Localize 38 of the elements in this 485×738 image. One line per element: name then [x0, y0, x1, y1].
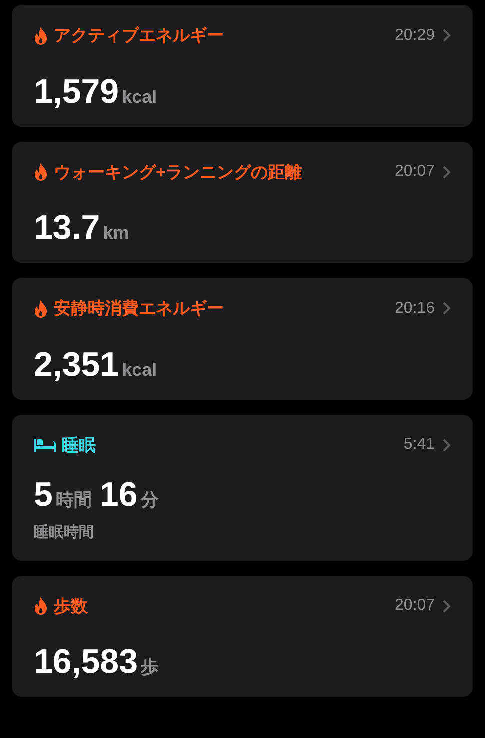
bed-icon	[34, 438, 56, 452]
value-unit: 分	[140, 489, 159, 512]
flame-icon	[34, 300, 48, 318]
summary-card[interactable]: ウォーキング+ランニングの距離 20:07 13.7 km	[12, 142, 473, 263]
card-time: 20:29	[394, 26, 435, 46]
chevron-icon	[443, 29, 451, 42]
value-number: 2,351	[34, 348, 120, 382]
flame-icon	[34, 597, 48, 616]
value-unit: km	[103, 222, 130, 245]
card-time: 20:16	[394, 298, 435, 319]
value-number: 1,579	[34, 74, 120, 108]
card-time: 20:07	[394, 596, 435, 616]
card-title: 歩数	[54, 596, 88, 618]
value-number: 16	[100, 478, 138, 512]
summary-card[interactable]: アクティブエネルギー 20:29 1,579 kcal	[12, 5, 473, 126]
summary-card[interactable]: 安静時消費エネルギー 20:16 2,351 kcal	[12, 278, 473, 400]
value-number: 16,583	[34, 645, 138, 679]
chevron-icon	[443, 438, 451, 452]
value-unit: kcal	[122, 358, 158, 382]
card-time: 5:41	[404, 435, 435, 456]
card-title: アクティブエネルギー	[54, 25, 224, 47]
summary-card[interactable]: 歩数 20:07 16,583歩	[12, 576, 473, 697]
flame-icon	[34, 26, 48, 45]
card-time: 20:07	[394, 162, 435, 182]
value-unit: kcal	[122, 86, 158, 108]
card-title: 安静時消費エネルギー	[54, 298, 224, 320]
value-unit: 時間	[56, 489, 92, 512]
value-unit: 歩	[141, 656, 159, 679]
chevron-icon	[443, 166, 451, 179]
value-number: 13.7	[34, 211, 100, 245]
chevron-icon	[443, 600, 451, 613]
summary-card[interactable]: 睡眠 5:41 5 時間 16 分 睡眠時間	[12, 414, 473, 560]
value-number: 5	[34, 478, 53, 512]
card-title: ウォーキング+ランニングの距離	[54, 162, 302, 184]
value-caption: 睡眠時間	[34, 523, 95, 543]
card-title: 睡眠	[62, 434, 96, 456]
flame-icon	[34, 163, 48, 182]
chevron-icon	[443, 302, 451, 316]
